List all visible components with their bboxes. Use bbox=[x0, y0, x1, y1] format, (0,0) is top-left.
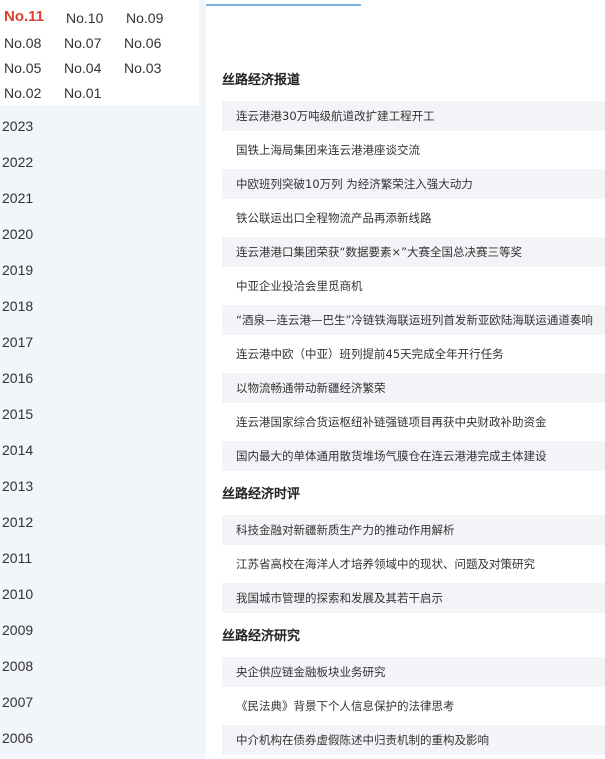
issue-link[interactable]: No.02 bbox=[4, 84, 41, 102]
year-link[interactable]: 2020 bbox=[2, 225, 33, 243]
article-link[interactable]: 连云港中欧（中亚）班列提前45天完成全年开行任务 bbox=[222, 339, 605, 369]
year-link[interactable]: 2022 bbox=[2, 153, 33, 171]
article-link[interactable]: 我国城市管理的探索和发展及其若干启示 bbox=[222, 583, 605, 613]
article-link[interactable]: 铁公联运出口全程物流产品再添新线路 bbox=[222, 203, 605, 233]
article-list: 丝路经济报道 连云港港30万吨级航道改扩建工程开工 国铁上海局集团来连云港港座谈… bbox=[222, 0, 605, 759]
article-link[interactable]: 以物流畅通带动新疆经济繁荣 bbox=[222, 373, 605, 403]
year-link[interactable]: 2009 bbox=[2, 621, 33, 639]
issue-link-active[interactable]: No.11 bbox=[4, 8, 44, 26]
year-link[interactable]: 2010 bbox=[2, 585, 33, 603]
year-link[interactable]: 2021 bbox=[2, 189, 33, 207]
year-link[interactable]: 2013 bbox=[2, 477, 33, 495]
article-link[interactable]: 国内最大的单体通用散货堆场气膜仓在连云港港完成主体建设 bbox=[222, 441, 605, 471]
section-title: 丝路经济时评 bbox=[222, 487, 301, 502]
year-link[interactable]: 2014 bbox=[2, 441, 33, 459]
article-link[interactable]: 中亚企业投洽会里觅商机 bbox=[222, 271, 605, 301]
issue-link[interactable]: No.08 bbox=[4, 34, 41, 52]
article-link[interactable]: 《民法典》背景下个人信息保护的法律思考 bbox=[222, 691, 605, 721]
article-link[interactable]: 中欧班列突破10万列 为经济繁荣注入强大动力 bbox=[222, 169, 605, 199]
year-link[interactable]: 2017 bbox=[2, 333, 33, 351]
article-link[interactable]: 江苏省高校在海洋人才培养领域中的现状、问题及对策研究 bbox=[222, 549, 605, 579]
article-link[interactable]: 国铁上海局集团来连云港港座谈交流 bbox=[222, 135, 605, 165]
year-link[interactable]: 2019 bbox=[2, 261, 33, 279]
year-link[interactable]: 2011 bbox=[2, 549, 32, 567]
section-title: 丝路经济研究 bbox=[222, 629, 301, 644]
issue-link[interactable]: No.05 bbox=[4, 59, 41, 77]
year-link[interactable]: 2006 bbox=[2, 729, 33, 747]
issue-link[interactable]: No.06 bbox=[124, 34, 161, 52]
article-link[interactable]: “酒泉—连云港—巴生”冷链铁海联运班列首发新亚欧陆海联运通道奏响 bbox=[222, 305, 605, 335]
year-link[interactable]: 2012 bbox=[2, 513, 33, 531]
year-link[interactable]: 2008 bbox=[2, 657, 33, 675]
article-link[interactable]: 央企供应链金融板块业务研究 bbox=[222, 657, 605, 687]
issue-link[interactable]: No.07 bbox=[64, 34, 101, 52]
issue-link[interactable]: No.10 bbox=[66, 9, 103, 27]
issue-link[interactable]: No.03 bbox=[124, 59, 161, 77]
issue-link[interactable]: No.04 bbox=[64, 59, 101, 77]
article-link[interactable]: 连云港国家综合货运枢纽补链强链项目再获中央财政补助资金 bbox=[222, 407, 605, 437]
year-link[interactable]: 2023 bbox=[2, 117, 33, 135]
year-link[interactable]: 2015 bbox=[2, 405, 33, 423]
sidebar: No.11 No.10 No.09 No.08 No.07 No.06 No.0… bbox=[0, 0, 206, 759]
section-title: 丝路经济报道 bbox=[222, 73, 301, 88]
article-link[interactable]: 连云港港30万吨级航道改扩建工程开工 bbox=[222, 101, 605, 131]
year-link[interactable]: 2007 bbox=[2, 693, 33, 711]
article-link[interactable]: 连云港港口集团荣获“数据要素×”大赛全国总决赛三等奖 bbox=[222, 237, 605, 267]
issue-link[interactable]: No.09 bbox=[126, 9, 163, 27]
year-link[interactable]: 2018 bbox=[2, 297, 33, 315]
issue-link[interactable]: No.01 bbox=[64, 84, 101, 102]
article-link[interactable]: 科技金融对新疆新质生产力的推动作用解析 bbox=[222, 515, 605, 545]
issue-grid: No.11 No.10 No.09 No.08 No.07 No.06 No.0… bbox=[0, 0, 199, 105]
year-link[interactable]: 2016 bbox=[2, 369, 33, 387]
article-link[interactable]: 中介机构在债券虚假陈述中归责机制的重构及影响 bbox=[222, 725, 605, 755]
